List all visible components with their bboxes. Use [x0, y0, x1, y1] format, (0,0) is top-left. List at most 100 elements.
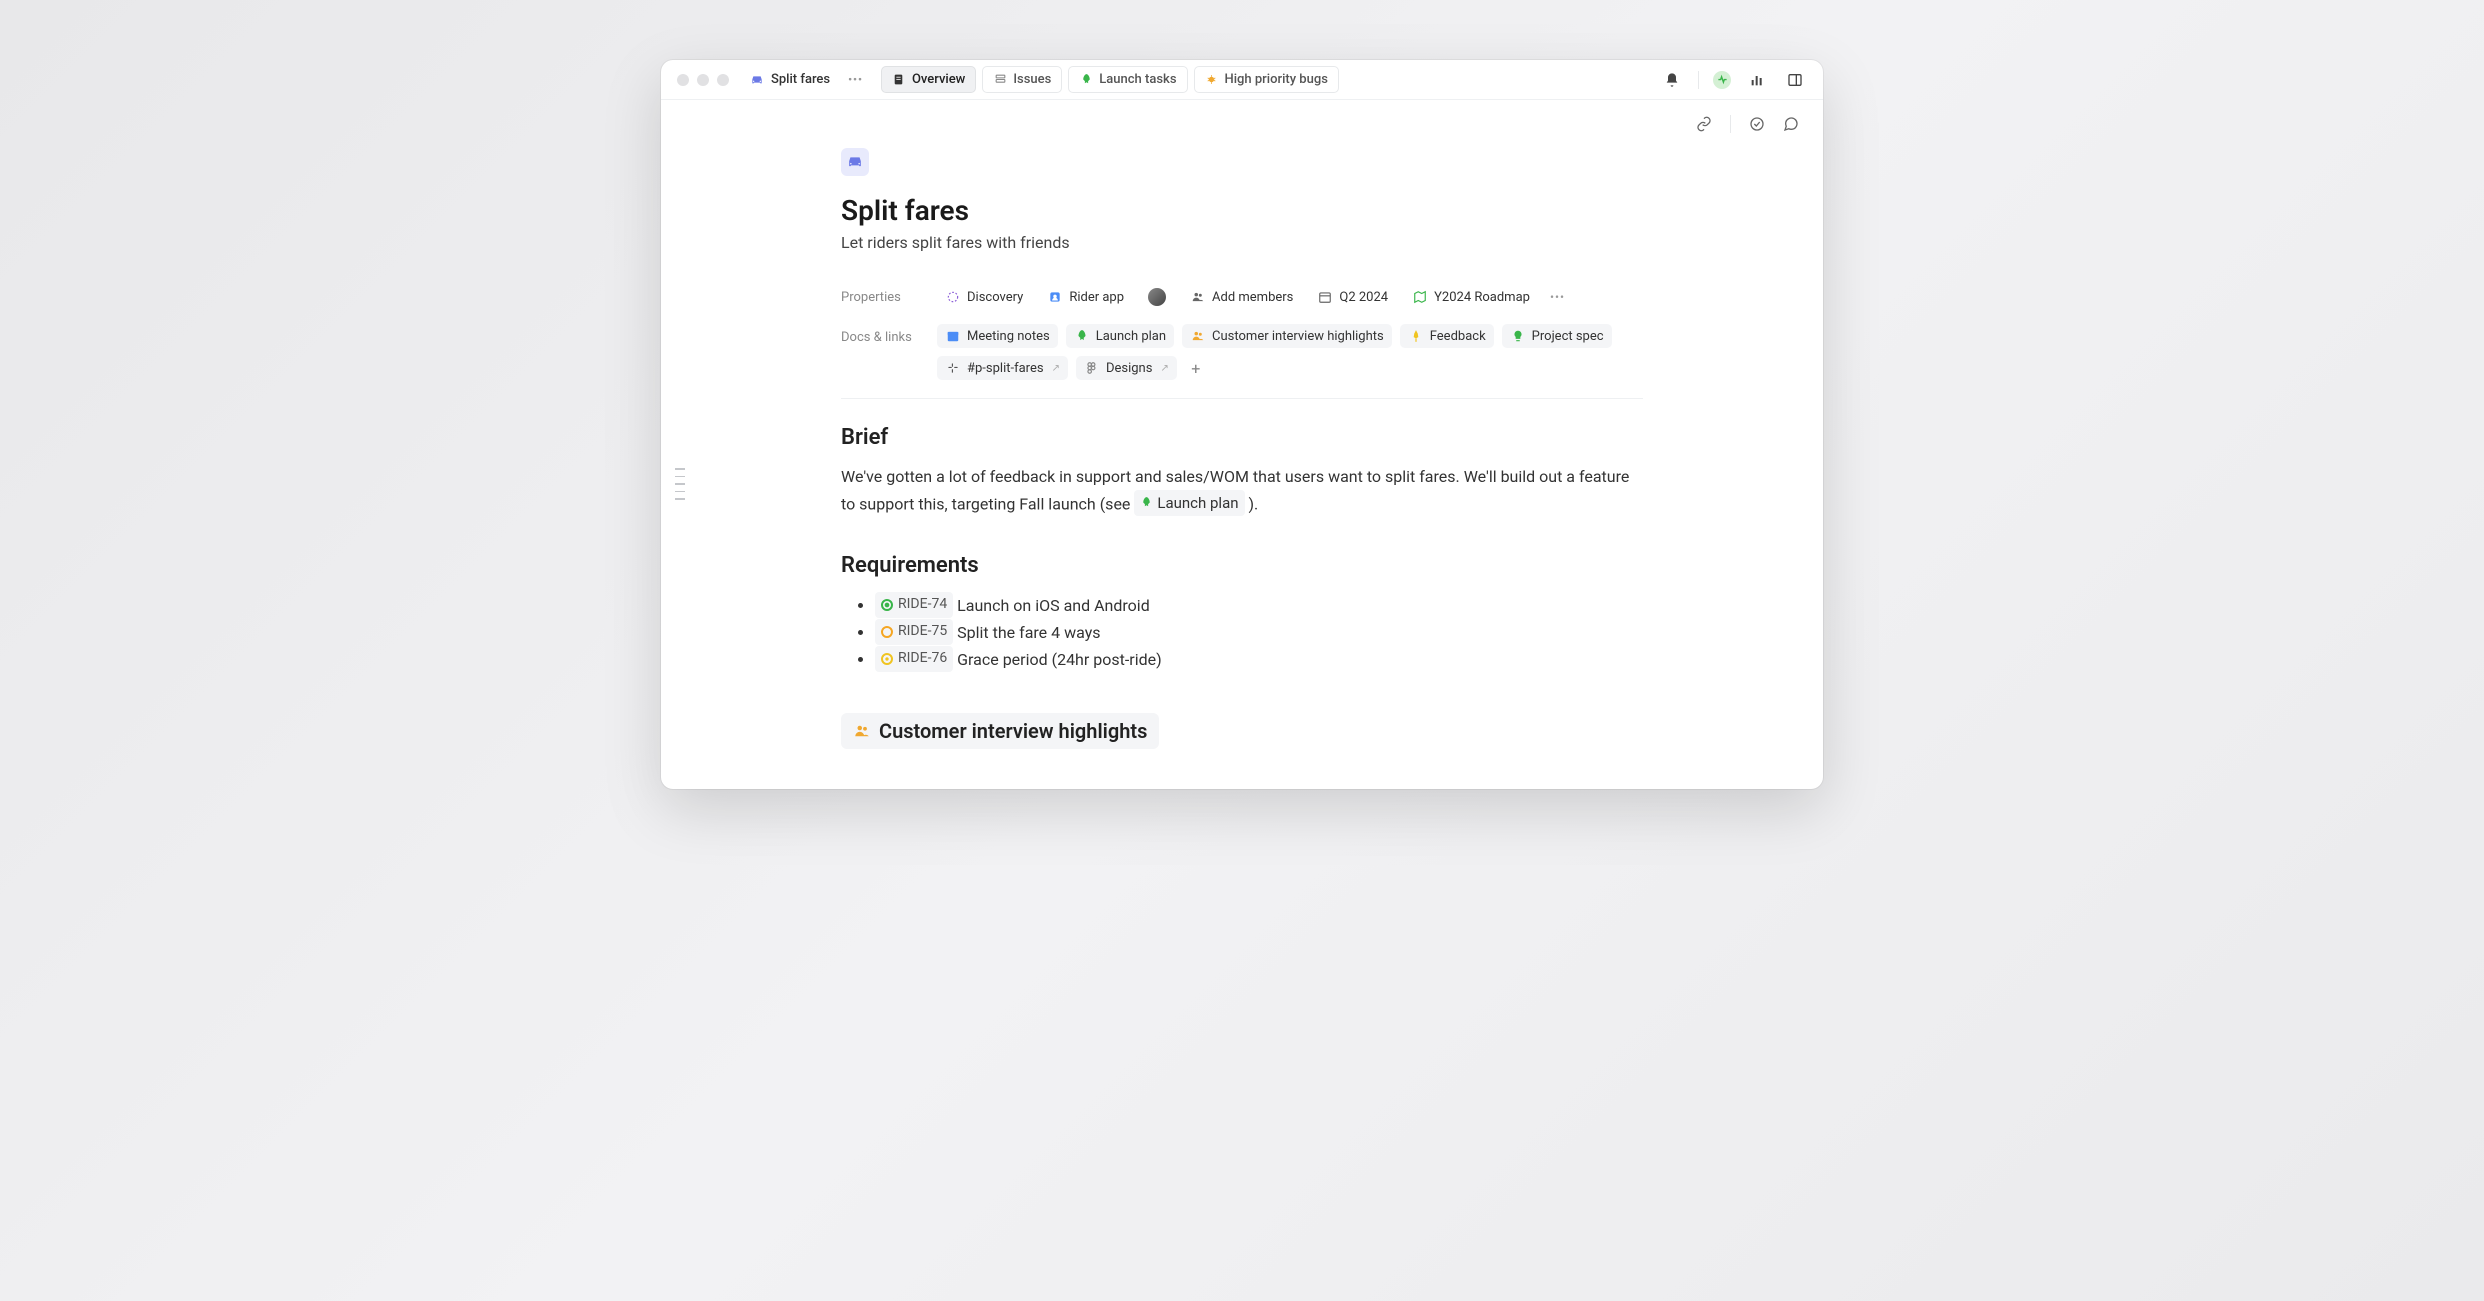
doc-chip-meeting-notes[interactable]: Meeting notes: [937, 324, 1058, 348]
app-window: Split fares ••• Overview Issues Launc: [661, 60, 1823, 789]
stack-icon: [993, 73, 1007, 87]
properties-more-button[interactable]: •••: [1546, 288, 1569, 306]
tab-issues[interactable]: Issues: [982, 66, 1062, 93]
doc-label: #p-split-fares: [967, 361, 1044, 376]
members-chip[interactable]: [1140, 284, 1174, 310]
issue-text: Grace period (24hr post-ride): [957, 650, 1162, 669]
panel-toggle-button[interactable]: [1783, 68, 1807, 92]
add-members-chip[interactable]: Add members: [1182, 285, 1301, 309]
document-toolbar: [661, 100, 1823, 148]
add-link-button[interactable]: +: [1185, 357, 1207, 379]
requirements-heading: Requirements: [841, 553, 1643, 578]
requirements-item: RIDE-74 Launch on iOS and Android: [875, 592, 1643, 619]
map-icon: [1412, 289, 1428, 305]
roadmap-chip[interactable]: Y2024 Roadmap: [1404, 285, 1538, 309]
add-members-label: Add members: [1212, 290, 1293, 305]
people-icon: [1190, 328, 1206, 344]
subscribe-button[interactable]: [1745, 112, 1769, 136]
inline-doc-link[interactable]: Launch plan: [1134, 490, 1244, 516]
document-icon: [892, 73, 906, 87]
page-title[interactable]: Split fares: [841, 194, 1643, 227]
docs-values: Meeting notes Launch plan Customer inter…: [937, 324, 1643, 380]
breadcrumb[interactable]: Split fares •••: [749, 71, 867, 88]
view-tabs: Overview Issues Launch tasks High priori…: [881, 66, 1339, 93]
window-controls[interactable]: [677, 74, 729, 86]
issue-id: RIDE-75: [898, 620, 947, 644]
requirements-item: RIDE-75 Split the fare 4 ways: [875, 619, 1643, 646]
comments-button[interactable]: [1779, 112, 1803, 136]
pin-icon: [1408, 328, 1424, 344]
breadcrumb-title: Split fares: [771, 72, 830, 87]
brief-heading: Brief: [841, 425, 1643, 450]
tab-label: Launch tasks: [1099, 72, 1176, 87]
issue-badge[interactable]: RIDE-76: [875, 646, 953, 672]
issue-badge[interactable]: RIDE-75: [875, 619, 953, 645]
requirements-list: RIDE-74 Launch on iOS and Android RIDE-7…: [841, 592, 1643, 674]
doc-chip-customer-interviews[interactable]: Customer interview highlights: [1182, 324, 1392, 348]
doc-chip-project-spec[interactable]: Project spec: [1502, 324, 1612, 348]
embed-header[interactable]: Customer interview highlights: [841, 713, 1159, 749]
tab-high-priority-bugs[interactable]: High priority bugs: [1194, 66, 1339, 93]
divider: [1698, 71, 1699, 89]
avatar: [1148, 288, 1166, 306]
rocket-icon: [1079, 73, 1093, 87]
embed-title: Customer interview highlights: [879, 719, 1147, 743]
copy-link-button[interactable]: [1692, 112, 1716, 136]
document-content: Split fares Let riders split fares with …: [661, 148, 1823, 789]
team-label: Rider app: [1069, 290, 1124, 305]
status-started-icon: [881, 653, 893, 665]
breadcrumb-more-button[interactable]: •••: [844, 71, 867, 88]
external-link-icon: ↗: [1052, 363, 1060, 374]
tab-label: High priority bugs: [1225, 72, 1328, 87]
status-chip[interactable]: Discovery: [937, 285, 1031, 309]
page-subtitle[interactable]: Let riders split fares with friends: [841, 233, 1643, 252]
issue-text: Split the fare 4 ways: [957, 623, 1100, 642]
doc-chip-feedback[interactable]: Feedback: [1400, 324, 1494, 348]
bulb-icon: [1510, 328, 1526, 344]
doc-label: Designs: [1106, 361, 1152, 376]
titlebar: Split fares ••• Overview Issues Launc: [661, 60, 1823, 100]
titlebar-actions: [1660, 68, 1807, 92]
figma-icon: [1084, 360, 1100, 376]
docs-links-row: Docs & links Meeting notes Launch plan: [841, 324, 1643, 380]
outline-minimap[interactable]: [675, 468, 685, 500]
document-body[interactable]: Brief We've gotten a lot of feedback in …: [841, 425, 1643, 749]
status-completed-icon: [881, 599, 893, 611]
tab-launch-tasks[interactable]: Launch tasks: [1068, 66, 1187, 93]
close-window-button[interactable]: [677, 74, 689, 86]
insights-button[interactable]: [1745, 68, 1769, 92]
roadmap-label: Y2024 Roadmap: [1434, 290, 1530, 305]
docs-label: Docs & links: [841, 324, 937, 345]
doc-label: Project spec: [1532, 329, 1604, 344]
doc-chip-launch-plan[interactable]: Launch plan: [1066, 324, 1174, 348]
rocket-icon: [1140, 496, 1153, 509]
bug-icon: [1205, 73, 1219, 87]
inline-doc-label: Launch plan: [1157, 491, 1238, 515]
tab-label: Overview: [912, 72, 965, 87]
brief-paragraph: We've gotten a lot of feedback in suppor…: [841, 464, 1643, 517]
calendar-icon: [1317, 289, 1333, 305]
project-health-button[interactable]: [1713, 71, 1731, 89]
team-icon: [1047, 289, 1063, 305]
target-date-chip[interactable]: Q2 2024: [1309, 285, 1396, 309]
team-chip[interactable]: Rider app: [1039, 285, 1132, 309]
requirements-item: RIDE-76 Grace period (24hr post-ride): [875, 646, 1643, 673]
rocket-icon: [1074, 328, 1090, 344]
project-icon-button[interactable]: [841, 148, 869, 176]
maximize-window-button[interactable]: [717, 74, 729, 86]
issue-badge[interactable]: RIDE-74: [875, 592, 953, 618]
doc-chip-slack-channel[interactable]: #p-split-fares ↗: [937, 356, 1068, 380]
doc-label: Feedback: [1430, 329, 1486, 344]
issue-id: RIDE-74: [898, 593, 947, 617]
minimize-window-button[interactable]: [697, 74, 709, 86]
people-icon: [1190, 289, 1206, 305]
issue-id: RIDE-76: [898, 647, 947, 671]
status-discovery-icon: [945, 289, 961, 305]
people-icon: [853, 722, 871, 740]
doc-chip-designs[interactable]: Designs ↗: [1076, 356, 1177, 380]
properties-values: Discovery Rider app Add members: [937, 284, 1569, 310]
notifications-button[interactable]: [1660, 68, 1684, 92]
doc-label: Meeting notes: [967, 329, 1050, 344]
status-label: Discovery: [967, 290, 1023, 305]
tab-overview[interactable]: Overview: [881, 66, 976, 93]
